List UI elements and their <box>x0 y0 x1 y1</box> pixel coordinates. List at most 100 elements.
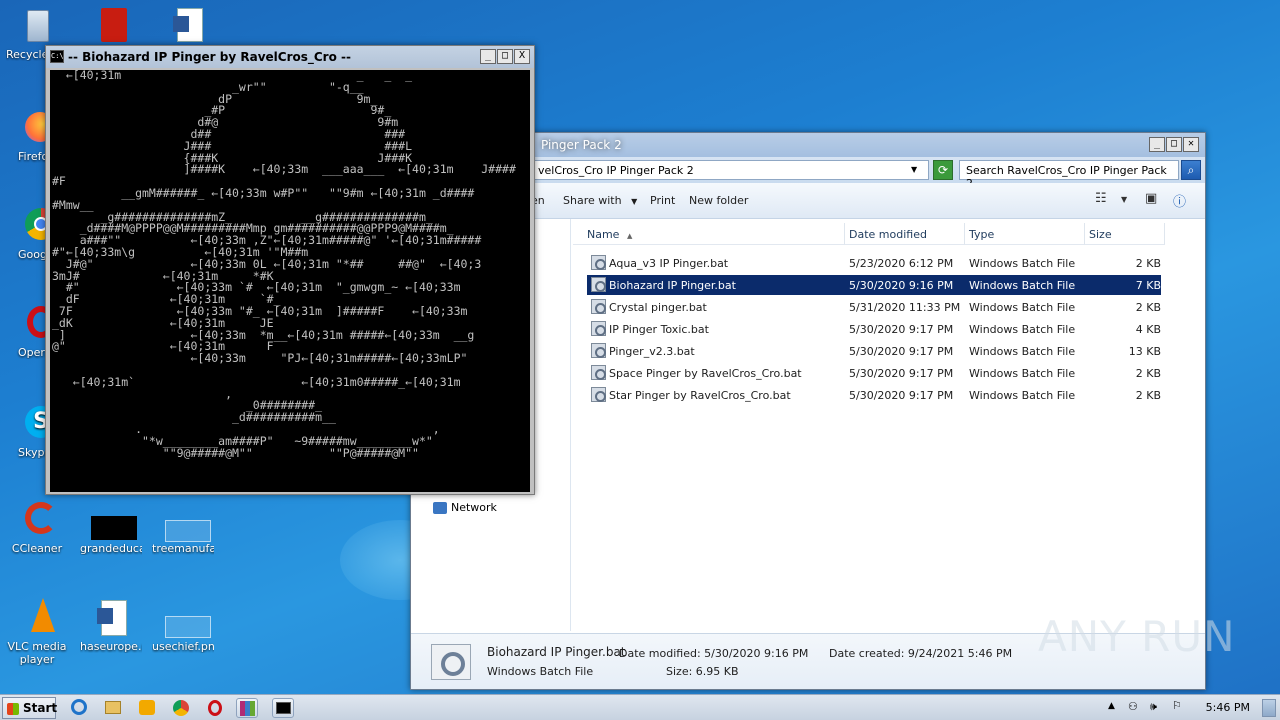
desktop-icon-treemanufa[interactable]: treemanufa... <box>152 500 214 555</box>
file-date: 5/30/2020 9:17 PM <box>849 345 954 358</box>
close-button[interactable]: ✕ <box>1183 137 1199 152</box>
column-header-type[interactable]: Type <box>965 223 1085 245</box>
file-date: 5/30/2020 9:17 PM <box>849 367 954 380</box>
opera-taskbar-icon[interactable] <box>204 698 226 718</box>
file-name: Star Pinger by RavelCros_Cro.bat <box>609 389 791 402</box>
file-row[interactable]: Star Pinger by RavelCros_Cro.bat 5/30/202… <box>587 385 1161 405</box>
file-date: 5/31/2020 11:33 PM <box>849 301 961 314</box>
preview-pane-icon[interactable]: ▣ <box>1145 191 1157 206</box>
black-image-icon <box>91 500 137 540</box>
address-input[interactable]: velCros_Cro IP Pinger Pack 2 <box>531 160 929 180</box>
new-folder-button[interactable]: New folder <box>689 194 748 207</box>
desktop-icon-ccleaner[interactable]: CCleaner <box>6 500 68 555</box>
media-player-icon[interactable] <box>136 698 158 718</box>
file-type: Windows Batch File <box>969 345 1076 358</box>
file-name: Crystal pinger.bat <box>609 301 707 314</box>
details-date-modified: Date modified: 5/30/2020 9:16 PM <box>619 647 809 660</box>
console-window[interactable]: C:\ -- Biohazard IP Pinger by RavelCros_… <box>45 45 535 495</box>
batch-file-icon <box>591 343 606 358</box>
file-type: Windows Batch File <box>969 279 1076 292</box>
watermark: ANY RUN <box>1038 612 1236 661</box>
batch-file-icon <box>591 277 606 292</box>
ie-icon[interactable] <box>68 698 90 718</box>
desktop-icon-vlc[interactable]: VLC media player <box>6 598 68 666</box>
close-button[interactable]: X <box>514 49 530 64</box>
explorer-title: Pinger Pack 2 <box>541 138 622 152</box>
help-icon[interactable]: ⓘ <box>1173 191 1186 210</box>
winrar-taskbar-icon[interactable] <box>236 698 258 718</box>
clock[interactable]: 5:46 PM <box>1206 701 1250 714</box>
vlc-cone-icon <box>17 598 57 638</box>
blank-image-icon <box>163 598 211 638</box>
desktop-icon-label: treemanufa... <box>152 542 214 555</box>
console-output[interactable]: ←[40;31m _ _ _ _wr"" "-q__ dP 9m_ _#P 9#… <box>50 70 530 492</box>
file-type: Windows Batch File <box>969 367 1076 380</box>
file-size: 2 KB <box>1135 301 1161 314</box>
show-desktop-button[interactable] <box>1262 699 1276 717</box>
file-row[interactable]: Pinger_v2.3.bat 5/30/2020 9:17 PM Windows … <box>587 341 1161 361</box>
details-date-created: Date created: 9/24/2021 5:46 PM <box>829 647 1013 660</box>
minimize-button[interactable]: _ <box>480 49 496 64</box>
file-row[interactable]: Aqua_v3 IP Pinger.bat 5/23/2020 6:12 PM Wi… <box>587 253 1161 273</box>
print-button[interactable]: Print <box>650 194 675 207</box>
network-tray-icon[interactable]: ⚇ <box>1128 700 1138 713</box>
console-titlebar[interactable]: C:\ -- Biohazard IP Pinger by RavelCros_… <box>46 46 534 68</box>
file-size: 4 KB <box>1135 323 1161 336</box>
file-date: 5/23/2020 6:12 PM <box>849 257 954 270</box>
console-taskbar-icon[interactable] <box>272 698 294 718</box>
word-doc-icon <box>167 6 207 46</box>
batch-file-icon <box>591 387 606 402</box>
desktop-icon-haseurope[interactable]: haseurope.rtf <box>80 598 142 653</box>
share-with-label: Share with <box>563 194 622 207</box>
file-size: 13 KB <box>1128 345 1161 358</box>
flag-icon[interactable]: ⚐ <box>1172 699 1182 712</box>
desktop-icon-word-doc[interactable] <box>156 6 218 48</box>
blank-image-icon <box>163 500 211 542</box>
console-text: ←[40;31m _ _ _ _wr"" "-q__ dP 9m_ _#P 9#… <box>52 70 516 460</box>
chevron-down-icon[interactable]: ▼ <box>1121 195 1127 204</box>
file-row[interactable]: IP Pinger Toxic.bat 5/30/2020 9:17 PM Wind… <box>587 319 1161 339</box>
start-button[interactable]: Start <box>2 697 57 719</box>
refresh-button[interactable]: ⟳ <box>933 160 953 180</box>
details-size: Size: 6.95 KB <box>666 665 739 678</box>
chevron-down-icon: ▼ <box>631 197 638 206</box>
column-header-size[interactable]: Size <box>1085 223 1165 245</box>
batch-file-icon <box>591 321 606 336</box>
file-name: Aqua_v3 IP Pinger.bat <box>609 257 729 270</box>
chevron-down-icon[interactable]: ▼ <box>911 165 917 174</box>
file-row[interactable]: Crystal pinger.bat 5/31/2020 11:33 PM Wind… <box>587 297 1161 317</box>
chevron-up-icon[interactable]: ▲ <box>1108 701 1115 711</box>
view-options-icon[interactable]: ☷ <box>1095 191 1107 206</box>
file-list[interactable]: Name ▲ Date modified Type Size Aqua_v3 I… <box>573 219 1205 631</box>
batch-file-icon <box>591 299 606 314</box>
desktop-icon-label: usechief.png <box>152 640 214 653</box>
batch-file-icon <box>591 255 606 270</box>
column-header-name[interactable]: Name ▲ <box>573 223 845 245</box>
details-file-name: Biohazard IP Pinger.bat <box>487 645 626 659</box>
search-icon[interactable]: ⌕ <box>1181 160 1201 180</box>
file-row[interactable]: Space Pinger by RavelCros_Cro.bat 5/30/20… <box>587 363 1161 383</box>
maximize-button[interactable]: □ <box>497 49 513 64</box>
file-date: 5/30/2020 9:17 PM <box>849 323 954 336</box>
volume-icon[interactable]: 🕪 <box>1150 700 1157 714</box>
file-name: IP Pinger Toxic.bat <box>609 323 709 336</box>
share-with-button[interactable]: Share with ▼ <box>563 194 637 207</box>
chrome-taskbar-icon[interactable] <box>170 698 192 718</box>
desktop-icon-pdf[interactable] <box>80 6 142 48</box>
explorer-taskbar-icon[interactable] <box>102 698 124 718</box>
minimize-button[interactable]: _ <box>1149 137 1165 152</box>
nav-item-network[interactable]: Network <box>433 501 497 514</box>
nav-item-label: Network <box>451 501 497 514</box>
file-size: 2 KB <box>1135 257 1161 270</box>
file-row[interactable]: Biohazard IP Pinger.bat 5/30/2020 9:16 PM… <box>587 275 1161 295</box>
desktop-icon-label: grandeduca... <box>80 542 142 555</box>
desktop-icon-usechief[interactable]: usechief.png <box>152 598 214 653</box>
network-icon <box>433 502 447 514</box>
maximize-button[interactable]: □ <box>1166 137 1182 152</box>
desktop-icon-grandeduca[interactable]: grandeduca... <box>80 500 142 555</box>
search-input[interactable]: Search RavelCros_Cro IP Pinger Pack 2 <box>959 160 1179 190</box>
column-header-date[interactable]: Date modified <box>845 223 965 245</box>
desktop-icon-label: CCleaner <box>11 542 63 555</box>
file-date: 5/30/2020 9:16 PM <box>849 279 954 292</box>
file-type: Windows Batch File <box>969 389 1076 402</box>
